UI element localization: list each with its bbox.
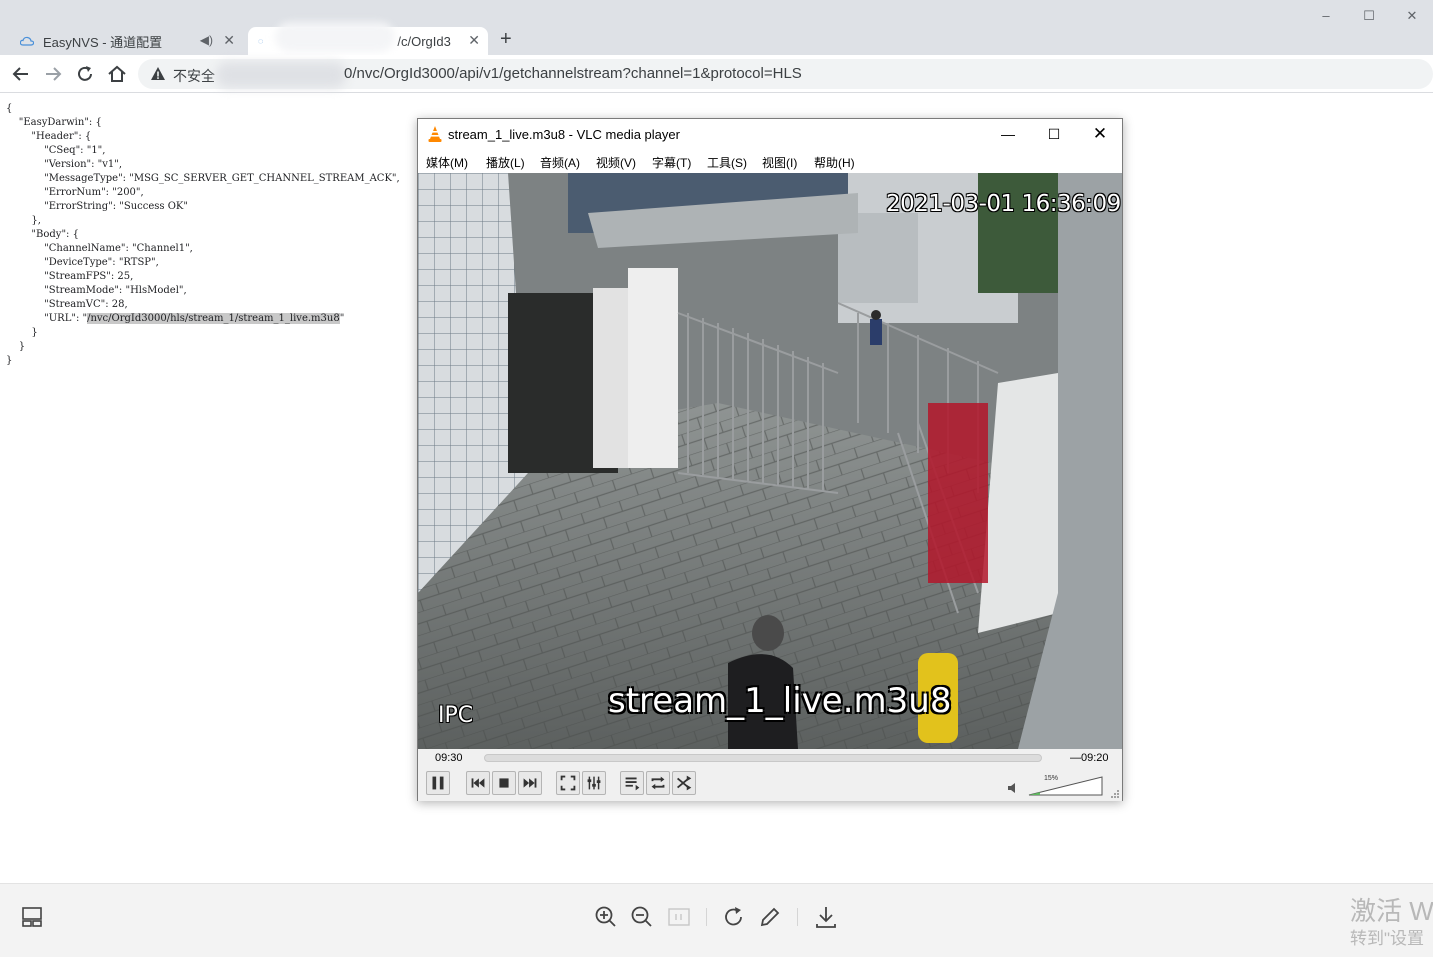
toolbar-divider (706, 908, 707, 926)
vlc-close-button[interactable]: ✕ (1090, 125, 1110, 143)
zoom-in-icon[interactable] (593, 904, 619, 930)
json-line: } (6, 355, 13, 366)
reload-icon[interactable] (73, 62, 97, 86)
json-line: "Header": { (6, 131, 92, 142)
bottom-toolbar: 激活 W 转到"设置 (0, 883, 1433, 957)
time-remaining[interactable]: —09:20 (1070, 752, 1109, 764)
activation-watermark: 激活 W (1350, 896, 1433, 926)
json-line: } (6, 341, 26, 352)
json-lines: { "EasyDarwin": { "Header": { "CSeq": "1… (6, 102, 400, 312)
next-button[interactable] (518, 771, 542, 795)
random-button[interactable] (672, 771, 696, 795)
loop-button[interactable] (646, 771, 670, 795)
redaction-blur (216, 62, 346, 88)
url-text[interactable]: 0/nvc/OrgId3000/api/v1/getchannelstream?… (344, 65, 802, 82)
browser-chrome: EasyNVS - 通道配置 ◀) ✕ ◌ /c/OrgId3 ✕ + – ☐ … (0, 0, 1433, 93)
json-line: "Version": "v1", (6, 159, 123, 170)
back-arrow-icon[interactable] (9, 62, 33, 86)
menu-help[interactable]: 帮助(H) (814, 154, 855, 171)
vlc-titlebar[interactable]: stream_1_live.m3u8 - VLC media player — … (418, 119, 1122, 149)
menu-subtitle[interactable]: 字幕(T) (652, 154, 691, 171)
window-maximize-button[interactable]: ☐ (1354, 6, 1384, 26)
json-line: { (6, 103, 13, 114)
json-line: "ChannelName": "Channel1", (6, 243, 193, 254)
video-surface[interactable]: 2021-03-01 16:36:09 IPC stream_1_live.m3… (418, 173, 1122, 749)
window-close-button[interactable]: ✕ (1397, 6, 1427, 26)
json-url-line: "URL": "/nvc/OrgId3000/hls/stream_1/stre… (6, 313, 345, 324)
tab-title: /c/OrgId3 (397, 33, 451, 49)
tab-strip: EasyNVS - 通道配置 ◀) ✕ ◌ /c/OrgId3 ✕ + – ☐ … (0, 0, 1433, 55)
annotate-icon[interactable] (757, 904, 783, 930)
new-tab-button[interactable]: + (500, 28, 512, 50)
vlc-window: stream_1_live.m3u8 - VLC media player — … (417, 118, 1123, 801)
menu-view[interactable]: 视图(I) (762, 154, 797, 171)
address-bar[interactable]: 不安全 0/nvc/OrgId3000/api/v1/getchannelstr… (138, 59, 1433, 89)
volume-slider[interactable] (1028, 776, 1103, 796)
json-line: "ErrorString": "Success OK" (6, 201, 188, 212)
stop-button[interactable] (492, 771, 516, 795)
rotate-icon[interactable] (721, 904, 747, 930)
menu-media[interactable]: 媒体(M) (426, 154, 468, 171)
vlc-maximize-button[interactable]: ☐ (1044, 125, 1064, 143)
warning-icon[interactable] (150, 66, 166, 82)
tab-easynvs[interactable]: EasyNVS - 通道配置 ◀) ✕ (8, 27, 243, 55)
actual-size-icon[interactable] (666, 904, 692, 930)
menu-tools[interactable]: 工具(S) (707, 154, 747, 171)
vlc-cone-icon (428, 126, 442, 142)
json-line: "DeviceType": "RTSP", (6, 257, 159, 268)
vlc-minimize-button[interactable]: — (998, 125, 1018, 143)
extended-settings-button[interactable] (582, 771, 606, 795)
speaker-icon[interactable]: ◀) (200, 33, 213, 47)
video-timestamp: 2021-03-01 16:36:09 (886, 191, 1121, 217)
loading-icon: ◌ (258, 36, 264, 46)
seek-bar[interactable] (484, 754, 1042, 762)
json-line: } (6, 327, 38, 338)
json-line: "StreamVC": 28, (6, 299, 128, 310)
json-closing-lines: } }} (6, 326, 400, 368)
resize-grip-icon[interactable] (1110, 789, 1120, 799)
vlc-menubar: 媒体(M) 播放(L) 音频(A) 视频(V) 字幕(T) 工具(S) 视图(I… (418, 149, 1122, 173)
fullscreen-button[interactable] (556, 771, 580, 795)
json-line: "ErrorNum": "200", (6, 187, 144, 198)
cloud-icon (20, 36, 34, 46)
menu-video[interactable]: 视频(V) (596, 154, 636, 171)
layout-icon[interactable] (20, 904, 46, 930)
speaker-icon[interactable] (1007, 782, 1019, 794)
browser-toolbar: 不安全 0/nvc/OrgId3000/api/v1/getchannelstr… (0, 55, 1433, 93)
previous-button[interactable] (466, 771, 490, 795)
pause-button[interactable] (426, 771, 450, 795)
activation-watermark-sub: 转到"设置 (1350, 929, 1425, 948)
json-line: "StreamMode": "HlsModel", (6, 285, 187, 296)
download-icon[interactable] (813, 904, 839, 930)
window-minimize-button[interactable]: – (1311, 6, 1341, 26)
not-secure-label[interactable]: 不安全 (173, 66, 215, 86)
json-line: "EasyDarwin": { (6, 117, 102, 128)
video-frame (418, 173, 1122, 749)
json-line: "CSeq": "1", (6, 145, 106, 156)
redaction-blur (275, 22, 395, 52)
tab-title: EasyNVS - 通道配置 (43, 34, 163, 50)
video-camera-label: IPC (438, 703, 474, 728)
home-icon[interactable] (105, 62, 129, 86)
time-elapsed[interactable]: 09:30 (435, 752, 463, 764)
close-icon[interactable]: ✕ (468, 31, 480, 49)
vlc-window-title: stream_1_live.m3u8 - VLC media player (448, 127, 680, 142)
menu-playback[interactable]: 播放(L) (486, 154, 525, 171)
json-response: { "EasyDarwin": { "Header": { "CSeq": "1… (6, 102, 400, 368)
vlc-controls: 09:30 —09:20 15% (418, 749, 1122, 801)
json-line: "Body": { (6, 229, 79, 240)
json-line: }, (6, 215, 41, 226)
menu-audio[interactable]: 音频(A) (540, 154, 580, 171)
forward-arrow-icon[interactable] (41, 62, 65, 86)
json-line: "MessageType": "MSG_SC_SERVER_GET_CHANNE… (6, 173, 400, 184)
selected-url-text[interactable]: /nvc/OrgId3000/hls/stream_1/stream_1_liv… (87, 313, 340, 324)
zoom-out-icon[interactable] (629, 904, 655, 930)
json-line: "StreamFPS": 25, (6, 271, 134, 282)
toolbar-divider (797, 908, 798, 926)
close-icon[interactable]: ✕ (223, 31, 235, 49)
playlist-button[interactable] (620, 771, 644, 795)
video-osd-title: stream_1_live.m3u8 (608, 681, 952, 721)
